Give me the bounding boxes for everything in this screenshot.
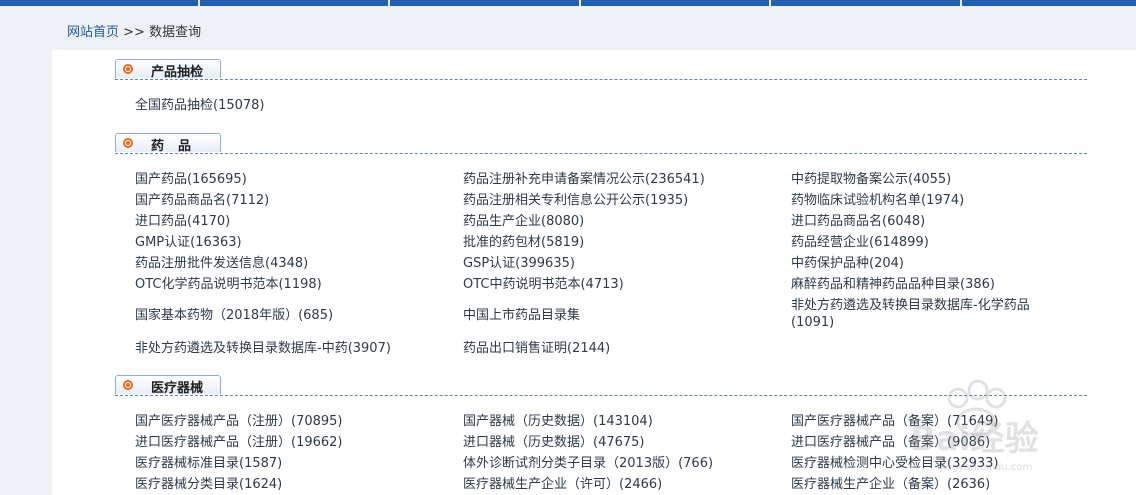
list-item[interactable]: GMP认证(16363) [135,234,242,251]
nav-separator [960,0,962,6]
section-title: 药品 [151,139,206,154]
list-item[interactable]: OTC化学药品说明书范本(1198) [135,276,322,293]
list-item[interactable]: 全国药品抽检(15078) [135,97,265,114]
bullet-icon [123,64,133,74]
list-item[interactable]: 进口医疗器械产品（备案）(9086) [791,434,990,451]
main-content: 产品抽检 全国药品抽检(15078) 药品 国产药品(165695) 国产药品商… [52,50,1136,495]
list-item[interactable]: 医疗器械检测中心受检目录(32933) [791,455,999,472]
section-header-devices: 医疗器械 [115,375,1087,396]
list-item[interactable]: 进口医疗器械产品（注册）(19662) [135,434,343,451]
list-item[interactable]: 中药保护品种(204) [791,255,904,272]
list-item[interactable]: OTC中药说明书范本(4713) [463,276,624,293]
list-item[interactable]: 进口器械（历史数据）(47675) [463,434,645,451]
section-header-drugs: 药品 [115,133,1087,154]
list-item[interactable]: 药品出口销售证明(2144) [463,340,610,357]
section-tab-drugs: 药品 [115,133,221,154]
list-item[interactable]: 国产器械（历史数据）(143104) [463,413,653,430]
nav-separator [579,0,581,6]
breadcrumb-current: 数据查询 [149,25,202,40]
section-tab-devices: 医疗器械 [115,375,221,396]
list-item[interactable]: 非处方药遴选及转换目录数据库-中药(3907) [135,340,391,357]
section-header-sampling: 产品抽检 [115,59,1087,80]
breadcrumb-separator: >> [119,25,150,40]
list-item[interactable]: 药品注册相关专利信息公开公示(1935) [463,192,688,209]
bullet-icon [123,138,133,148]
list-item[interactable]: 国产药品商品名(7112) [135,192,269,209]
list-item[interactable]: 药品经营企业(614899) [791,234,929,251]
breadcrumb: 网站首页 >> 数据查询 [67,21,201,40]
nav-separator [198,0,200,6]
section-tab-sampling: 产品抽检 [115,59,221,80]
nav-separator [388,0,390,6]
section-title: 医疗器械 [151,381,204,396]
list-item[interactable]: 非处方药遴选及转换目录数据库-化学药品(1091) [791,297,1053,331]
section-title: 产品抽检 [151,65,204,80]
list-item[interactable]: 中国上市药品目录集 [463,307,580,324]
list-item[interactable]: 医疗器械标准目录(1587) [135,455,282,472]
list-item[interactable]: 国产医疗器械产品（备案）(71649) [791,413,999,430]
list-item[interactable]: 药品注册批件发送信息(4348) [135,255,308,272]
nav-separator [769,0,771,6]
list-item[interactable]: 药物临床试验机构名单(1974) [791,192,964,209]
breadcrumb-home-link[interactable]: 网站首页 [67,25,119,40]
list-item[interactable]: 药品注册补充申请备案情况公示(236541) [463,171,705,188]
list-item[interactable]: 中药提取物备案公示(4055) [791,171,951,188]
list-item[interactable]: 医疗器械生产企业（备案）(2636) [791,476,990,493]
bullet-icon [123,380,133,390]
list-item[interactable]: 国产医疗器械产品（注册）(70895) [135,413,343,430]
list-item[interactable]: 药品生产企业(8080) [463,213,584,230]
list-item[interactable]: 进口药品商品名(6048) [791,213,925,230]
list-item[interactable]: GSP认证(399635) [463,255,575,272]
list-item[interactable]: 医疗器械生产企业（许可）(2466) [463,476,662,493]
list-item[interactable]: 医疗器械分类目录(1624) [135,476,282,493]
list-item[interactable]: 国产药品(165695) [135,171,247,188]
top-nav-bar [0,0,1136,6]
list-item[interactable]: 批准的药包材(5819) [463,234,584,251]
list-item[interactable]: 体外诊断试剂分类子目录（2013版）(766) [463,455,713,472]
list-item[interactable]: 国家基本药物（2018年版）(685) [135,307,333,324]
list-item[interactable]: 进口药品(4170) [135,213,230,230]
list-item[interactable]: 麻醉药品和精神药品品种目录(386) [791,276,995,293]
